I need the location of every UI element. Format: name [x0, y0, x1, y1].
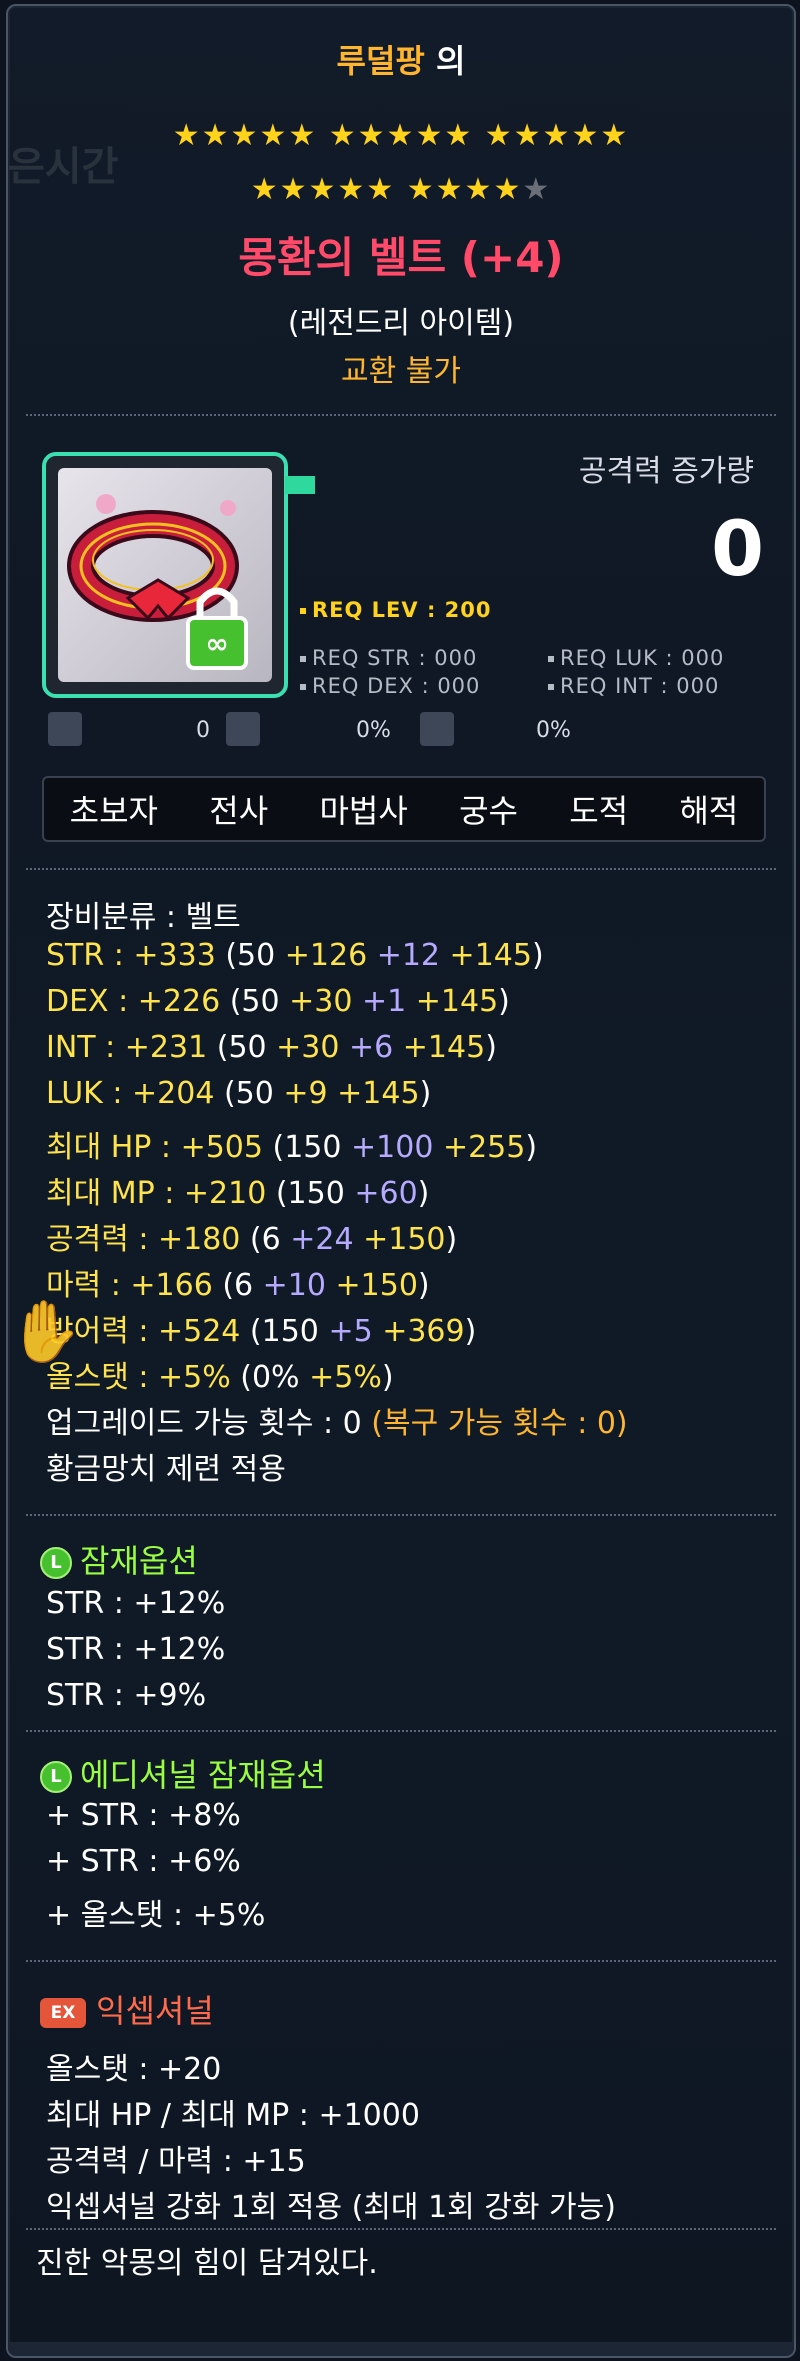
- req-luk: REQ LUK : 000: [548, 646, 724, 670]
- divider: [26, 414, 776, 416]
- item-tooltip: 은시간 루덜팡 의 ★★★★★ ★★★★★ ★★★★★ ★★★★★ ★★★★★ …: [6, 4, 796, 2358]
- divider: [26, 1730, 776, 1732]
- stat-magic: 마력 : +166 (6 +10 +150): [46, 1268, 430, 1303]
- star-force-row-2: ★★★★★ ★★★★★: [8, 172, 794, 207]
- divider: [26, 868, 776, 870]
- sword-icon: [48, 712, 82, 746]
- mini-stat-a: 0: [196, 718, 210, 743]
- attack-increase-value: 0: [711, 504, 764, 593]
- potential-line-1: STR : +12%: [46, 1586, 226, 1621]
- trade-status: 교환 불가: [341, 354, 461, 389]
- potential-line-3: STR : +9%: [46, 1678, 207, 1713]
- additional-line-3: + 올스탯 : +5%: [46, 1898, 266, 1933]
- stat-allstat: 올스탯 : +5% (0% +5%): [46, 1360, 394, 1395]
- req-str: REQ STR : 000: [300, 646, 477, 670]
- stat-int: INT : +231 (50 +30 +6 +145): [46, 1030, 497, 1065]
- hand-cursor-icon: ✋: [8, 1297, 83, 1367]
- item-name: 몽환의 벨트 (+4): [238, 233, 564, 282]
- job-beginner: 초보자: [69, 792, 158, 830]
- owner-suffix: 의: [436, 42, 466, 80]
- item-icon-frame: ∞: [42, 452, 288, 698]
- mini-stat-b: 0%: [356, 718, 391, 743]
- owner-name: 루덜팡: [336, 42, 425, 80]
- legendary-potential-icon: L: [40, 1761, 72, 1793]
- divider: [26, 1960, 776, 1962]
- star-off: ★: [522, 172, 552, 207]
- additional-line-1: + STR : +8%: [46, 1798, 241, 1833]
- golden-hammer: 황금망치 제련 적용: [46, 1452, 286, 1487]
- exceptional-line-3: 공격력 / 마력 : +15: [46, 2144, 306, 2179]
- req-dex: REQ DEX : 000: [300, 674, 480, 698]
- equip-category: 장비분류 : 벨트: [46, 900, 241, 935]
- divider: [26, 2228, 776, 2230]
- exceptional-line-1: 올스탯 : +20: [46, 2052, 222, 2087]
- crown-icon: [226, 712, 260, 746]
- item-grade: (레전드리 아이템): [287, 306, 515, 341]
- stat-mp: 최대 MP : +210 (150 +60): [46, 1176, 430, 1211]
- star-on-group: ★★★★★ ★★★★: [250, 172, 523, 207]
- potential-line-2: STR : +12%: [46, 1632, 226, 1667]
- job-archer: 궁수: [459, 792, 518, 830]
- exceptional-icon: EX: [40, 1998, 86, 2028]
- equipped-flag-icon: [285, 476, 315, 494]
- divider: [26, 1514, 776, 1516]
- job-warrior: 전사: [209, 792, 269, 830]
- exceptional-header: EX 익셉셔널: [40, 1986, 214, 2032]
- item-description: 진한 악몽의 힘이 담겨있다.: [36, 2246, 378, 2281]
- stat-luk: LUK : +204 (50 +9 +145): [46, 1076, 432, 1111]
- belt-icon: ∞: [67, 494, 248, 670]
- attack-increase-label: 공격력 증가량: [578, 454, 754, 489]
- req-int: REQ INT : 000: [548, 674, 719, 698]
- legendary-potential-icon: L: [40, 1547, 72, 1579]
- mini-stat-c: 0%: [536, 718, 571, 743]
- upgrade-count: 업그레이드 가능 횟수 : 0 (복구 가능 횟수 : 0): [46, 1406, 628, 1441]
- additional-line-2: + STR : +6%: [46, 1844, 241, 1879]
- potential-header: L 잠재옵션: [40, 1536, 198, 1582]
- req-level: REQ LEV : 200: [300, 598, 492, 622]
- stat-str: STR : +333 (50 +126 +12 +145): [46, 938, 544, 973]
- job-pirate: 해적: [679, 792, 739, 830]
- item-icon-background: ∞: [58, 468, 272, 682]
- shield-icon: [420, 712, 454, 746]
- svg-text:∞: ∞: [205, 627, 228, 660]
- job-magician: 마법사: [319, 792, 408, 830]
- star-force-row-1: ★★★★★ ★★★★★ ★★★★★: [172, 118, 630, 153]
- bottom-strip: [8, 2342, 794, 2356]
- stat-attack: 공격력 : +180 (6 +24 +150): [46, 1222, 458, 1257]
- additional-potential-header: L 에디셔널 잠재옵션: [40, 1750, 326, 1796]
- exceptional-line-4: 익셉셔널 강화 1회 적용 (최대 1회 강화 가능): [46, 2190, 616, 2225]
- job-thief: 도적: [569, 792, 629, 830]
- stat-defense: 방어력 : +524 (150 +5 +369): [46, 1314, 477, 1349]
- job-requirement-bar: 초보자 전사 마법사 궁수 도적 해적: [42, 776, 766, 842]
- stat-hp: 최대 HP : +505 (150 +100 +255): [46, 1130, 538, 1165]
- stat-dex: DEX : +226 (50 +30 +1 +145): [46, 984, 510, 1019]
- exceptional-line-2: 최대 HP / 최대 MP : +1000: [46, 2098, 420, 2133]
- owner-line: 루덜팡 의: [8, 36, 794, 82]
